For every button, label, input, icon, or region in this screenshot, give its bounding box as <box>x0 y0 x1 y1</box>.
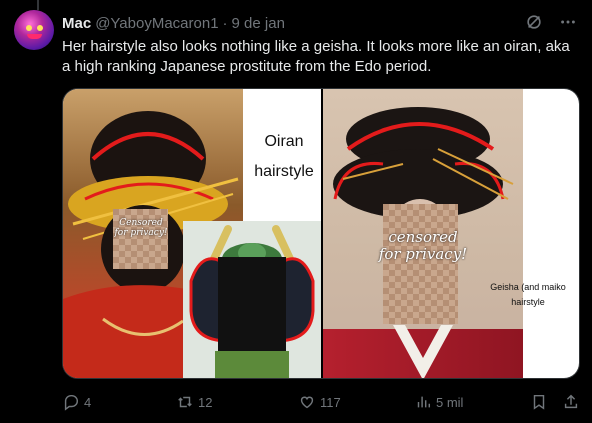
thread-line <box>37 0 39 10</box>
tweet-actions: 4 12 117 5 mil <box>62 392 582 412</box>
repost-count: 12 <box>198 394 213 410</box>
like-icon <box>300 396 314 409</box>
censor-block <box>218 257 286 351</box>
avatar-eye <box>37 25 43 31</box>
censor-text-line: for privacy! <box>378 244 468 263</box>
tweet-text: Her hairstyle also looks nothing like a … <box>62 38 570 75</box>
media-image-geisha[interactable]: censored for privacy! Geisha (and maiko … <box>323 89 579 378</box>
author-handle[interactable]: @YaboyMacaron1 <box>95 15 218 32</box>
media-image-oiran[interactable]: Censored for privacy! Oiran hairstyle <box>63 89 321 378</box>
repost-icon <box>178 396 192 408</box>
more-icon[interactable] <box>558 12 578 32</box>
avatar-eye <box>26 25 32 31</box>
tweet-media[interactable]: Censored for privacy! Oiran hairstyle ce… <box>62 88 580 379</box>
tweet-header: Mac @YaboyMacaron1 · 9 de jan <box>62 14 285 32</box>
tweet-top-actions <box>524 12 578 32</box>
avatar[interactable] <box>14 10 54 50</box>
bookmark-button[interactable] <box>530 392 548 412</box>
avatar-mouth <box>27 34 42 39</box>
geisha-photo: censored for privacy! <box>323 89 523 378</box>
oiran-hairstyle-label: Oiran hairstyle <box>247 127 321 187</box>
censor-text-line: for privacy! <box>114 227 168 238</box>
label-line: Oiran <box>264 133 304 150</box>
censor-text: censored for privacy! <box>363 229 483 262</box>
repost-button[interactable]: 12 <box>176 392 212 412</box>
censor-text: Censored for privacy! <box>101 218 181 239</box>
label-line: hairstyle <box>254 163 314 180</box>
label-line: Geisha (and maiko <box>490 282 566 292</box>
censor-pixelation <box>383 204 458 324</box>
label-line: hairstyle <box>511 297 545 307</box>
bookmark-icon <box>533 394 545 410</box>
reply-button[interactable]: 4 <box>62 392 91 412</box>
censor-text-line: censored <box>388 228 458 246</box>
share-button[interactable] <box>562 392 580 412</box>
share-icon <box>564 394 578 409</box>
cartoon-inset <box>183 221 321 378</box>
reply-count: 4 <box>84 394 92 410</box>
tweet-date[interactable]: 9 de jan <box>232 15 285 32</box>
reply-icon <box>64 394 78 411</box>
author-name[interactable]: Mac <box>62 15 91 32</box>
grok-icon[interactable] <box>524 12 544 32</box>
views-icon <box>417 396 431 408</box>
like-count: 117 <box>320 394 341 410</box>
separator-dot: · <box>222 14 228 32</box>
geisha-hairstyle-label: Geisha (and maiko hairstyle <box>473 280 579 310</box>
like-button[interactable]: 117 <box>298 392 341 412</box>
views-button[interactable]: 5 mil <box>414 392 463 412</box>
views-count: 5 mil <box>436 394 464 410</box>
